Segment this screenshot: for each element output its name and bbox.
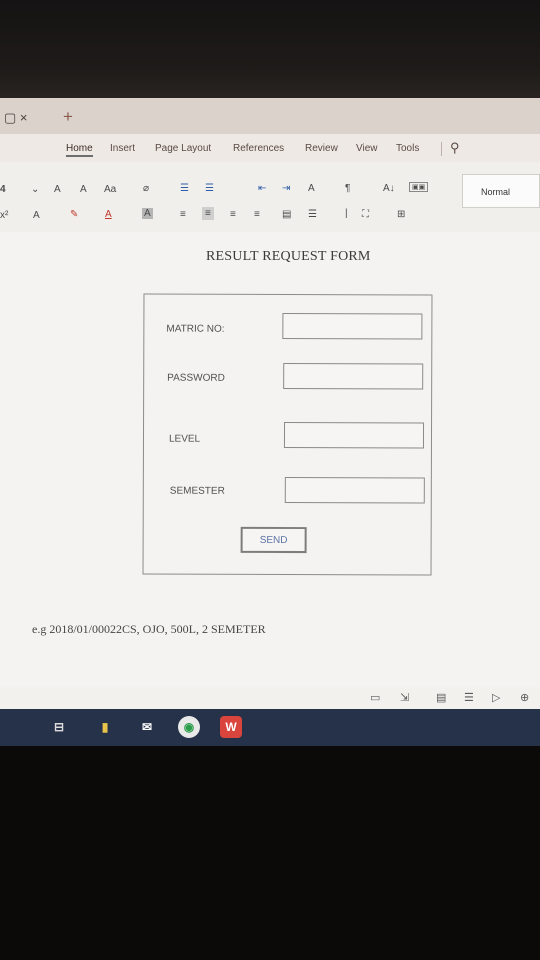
shrink-font-button[interactable]: A (80, 184, 87, 195)
tab-bar: ▢ × + (0, 98, 540, 134)
monitor-top-bezel (0, 0, 540, 100)
align-right-icon[interactable]: ≡ (230, 209, 236, 220)
monitor-bottom-bezel (0, 746, 540, 960)
chrome-icon[interactable]: ◉ (178, 716, 200, 738)
level-label: LEVEL (168, 433, 201, 445)
window-controls[interactable]: ▢ × (4, 110, 28, 126)
search-icon[interactable]: ⚲ (450, 140, 460, 156)
font-color-button[interactable]: A (105, 209, 112, 220)
web-view-icon[interactable]: ⊕ (520, 691, 529, 704)
outline-view-icon[interactable]: ☰ (464, 691, 474, 704)
tab-review[interactable]: Review (305, 143, 338, 154)
read-mode-icon[interactable]: ▭ (370, 691, 380, 704)
align-center-icon[interactable]: ≡ (202, 207, 214, 220)
asian-layout-button[interactable]: A (308, 183, 315, 194)
matric-no-field[interactable] (282, 312, 423, 340)
justify-icon[interactable]: ≡ (254, 209, 260, 220)
semester-label: SEMESTER (169, 485, 225, 497)
superscript-button[interactable]: x² (0, 210, 8, 221)
tab-view[interactable]: View (356, 143, 378, 154)
status-bar: ▭ ⇲ ▤ ☰ ▷ ⊕ (0, 687, 540, 709)
borders-icon[interactable]: ⊞ (397, 209, 405, 220)
semester-field[interactable] (284, 476, 425, 504)
password-label: PASSWORD (167, 372, 225, 384)
decrease-indent-icon[interactable]: ⇤ (258, 183, 266, 194)
ribbon-toolbar: 4 ⌄ A A Aa ⌀ ☰ ☰ ⇤ ⇥ A ¶ A↓ ▣▣ x² A ✎ A … (0, 162, 540, 232)
mail-icon[interactable]: ✉ (136, 716, 158, 738)
tab-home[interactable]: Home (66, 143, 93, 157)
change-case-button[interactable]: Aa (104, 184, 116, 195)
level-field[interactable] (283, 421, 425, 449)
paragraph-mark-icon[interactable]: ¶ (345, 183, 350, 194)
align-left-icon[interactable]: ≡ (180, 209, 186, 220)
tab-tools[interactable]: Tools (396, 143, 419, 154)
play-icon[interactable]: ▷ (492, 691, 500, 704)
menu-separator (441, 142, 442, 156)
text-effect-button[interactable]: A (33, 210, 40, 221)
sort-icon[interactable]: A↓ (383, 183, 395, 194)
tab-references[interactable]: References (233, 143, 284, 154)
clear-format-icon[interactable]: ⌀ (143, 183, 149, 194)
increase-indent-icon[interactable]: ⇥ (282, 183, 290, 194)
numbering-icon[interactable]: ☰ (205, 183, 214, 194)
tab-insert[interactable]: Insert (110, 143, 135, 154)
taskbar: ⊟ ▮ ✉ ◉ W (0, 709, 540, 746)
wps-writer-icon[interactable]: W (220, 716, 242, 738)
style-normal-label: Normal (481, 187, 511, 197)
send-button[interactable]: SEND (240, 526, 307, 554)
new-tab-button[interactable]: + (63, 107, 73, 127)
font-size-select[interactable]: 4 (0, 184, 6, 195)
page-title: RESULT REQUEST FORM (206, 249, 371, 264)
file-explorer-icon[interactable]: ▮ (94, 716, 116, 738)
fit-page-icon[interactable]: ⇲ (400, 691, 409, 704)
menu-bar: Home Insert Page Layout References Revie… (0, 134, 540, 162)
highlight-icon[interactable]: ✎ (70, 209, 78, 220)
line-break-icon[interactable]: ▣▣ (409, 182, 429, 192)
document-page[interactable]: RESULT REQUEST FORM MATRIC NO: PASSWORD … (0, 232, 540, 687)
ribbon-separator: | (345, 208, 348, 219)
result-request-form: MATRIC NO: PASSWORD LEVEL SEMESTER SEND (142, 293, 433, 576)
app-window: ▢ × + Home Insert Page Layout References… (0, 98, 540, 746)
tab-page-layout[interactable]: Page Layout (155, 143, 211, 154)
grow-font-button[interactable]: A (54, 184, 61, 195)
password-field[interactable] (283, 362, 424, 390)
char-shading-button[interactable]: A (142, 208, 153, 219)
line-spacing-icon[interactable]: ☰ (308, 209, 317, 220)
example-hint: e.g 2018/01/00022CS, OJO, 500L, 2 SEMETE… (32, 622, 266, 636)
chevron-down-icon[interactable]: ⌄ (31, 184, 39, 195)
style-gallery[interactable]: Normal (462, 174, 540, 208)
matric-no-label: MATRIC NO: (166, 323, 225, 335)
page-view-icon[interactable]: ▤ (436, 691, 446, 704)
distribute-icon[interactable]: ▤ (282, 209, 291, 220)
bullets-icon[interactable]: ☰ (180, 183, 189, 194)
shading-icon[interactable]: ⛶ (362, 209, 369, 220)
task-view-icon[interactable]: ⊟ (48, 716, 70, 738)
